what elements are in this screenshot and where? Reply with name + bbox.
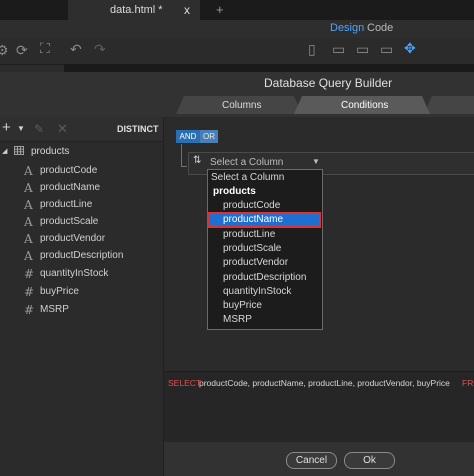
option-label: MSRP — [223, 314, 252, 325]
design-view-button[interactable]: Design — [330, 22, 364, 34]
text-type-icon: A — [24, 249, 33, 263]
number-type-icon: # — [24, 267, 35, 281]
dropdown-option-selected[interactable]: productName — [208, 213, 320, 227]
tab-conditions-label: Conditions — [341, 100, 389, 111]
option-label: productCode — [223, 200, 281, 211]
chevron-down-icon[interactable]: ▼ — [312, 157, 320, 166]
laptop-icon[interactable]: ▭ — [356, 41, 369, 58]
text-type-icon: A — [24, 164, 33, 178]
and-button[interactable]: AND — [176, 130, 200, 143]
column-label: productCode — [40, 165, 98, 176]
tab-columns-label: Columns — [222, 100, 262, 111]
or-button[interactable]: OR — [200, 130, 218, 143]
distinct-toggle[interactable]: DISTINCT — [117, 124, 159, 134]
dropdown-placeholder-option[interactable]: Select a Column — [208, 171, 320, 185]
tree-column-item[interactable]: # buyPrice — [0, 284, 160, 301]
dropdown-option[interactable]: quantityInStock — [208, 285, 320, 299]
sql-keyword: SELECT — [168, 378, 202, 388]
sql-text: productCode, productName, productLine, p… — [199, 378, 450, 388]
column-label: productLine — [40, 199, 93, 210]
responsive-move-icon[interactable]: ✥ — [404, 40, 416, 57]
tree-column-item[interactable]: # quantityInStock — [0, 266, 160, 283]
text-type-icon: A — [24, 232, 33, 246]
view-mode-bar — [0, 20, 474, 38]
number-type-icon: # — [24, 285, 35, 299]
option-label: productScale — [223, 243, 282, 254]
tree-column-item[interactable]: AproductScale — [0, 214, 160, 231]
tree-column-item[interactable]: # MSRP — [0, 302, 160, 319]
fullscreen-icon[interactable]: ⛶ — [40, 40, 50, 57]
number-type-icon: # — [24, 303, 35, 317]
dropdown-option[interactable]: productDescription — [208, 271, 320, 285]
column-label: productVendor — [40, 233, 106, 244]
close-tab-icon[interactable]: x — [184, 3, 190, 17]
chevron-down-icon[interactable]: ▼ — [17, 124, 25, 133]
redo-icon[interactable]: ↷ — [94, 41, 106, 58]
refresh-icon[interactable]: ⟳ — [16, 42, 28, 59]
dropdown-group-header: products — [208, 185, 320, 199]
cancel-button[interactable]: Cancel — [286, 452, 337, 469]
sql-keyword-from: FRO — [462, 378, 474, 388]
dropdown-option[interactable]: productScale — [208, 242, 320, 256]
dialog-title: Database Query Builder — [264, 76, 393, 90]
tablet-icon[interactable]: ▭ — [332, 41, 345, 58]
option-label: productLine — [223, 229, 276, 240]
text-type-icon: A — [24, 198, 33, 212]
desktop-icon[interactable]: ▭ — [380, 41, 393, 58]
undo-icon[interactable]: ↶ — [70, 41, 82, 58]
add-icon[interactable]: + — [2, 119, 11, 136]
text-type-icon: A — [24, 181, 33, 195]
option-label: productDescription — [223, 272, 307, 283]
close-icon[interactable]: ✕ — [57, 121, 68, 137]
dropdown-option[interactable]: productCode — [208, 199, 320, 213]
group-label: products — [213, 186, 256, 197]
text-type-icon: A — [24, 215, 33, 229]
tree-column-item[interactable]: AproductVendor — [0, 231, 160, 248]
editor-toolbar: ⚙ ⟳ ⛶ ↶ ↷ ▯ ▭ ▭ ▭ ✥ — [0, 38, 474, 65]
new-tab-icon[interactable]: + — [216, 2, 224, 17]
condition-connector — [181, 144, 182, 166]
column-label: productScale — [40, 216, 99, 227]
column-label: productDescription — [40, 250, 124, 261]
pencil-icon[interactable]: ✎ — [34, 122, 44, 136]
gear-icon[interactable]: ⚙ — [0, 42, 9, 59]
tree-column-item[interactable]: AproductCode — [0, 163, 160, 180]
tree-column-item[interactable]: AproductLine — [0, 197, 160, 214]
dropdown-option[interactable]: productLine — [208, 228, 320, 242]
column-label: productName — [40, 182, 101, 193]
column-label: buyPrice — [40, 286, 79, 297]
tree-column-item[interactable]: AproductDescription — [0, 248, 160, 265]
canvas-edge — [64, 64, 474, 72]
column-label: MSRP — [40, 304, 69, 315]
dropdown-option[interactable]: buyPrice — [208, 299, 320, 313]
phone-icon[interactable]: ▯ — [308, 41, 316, 58]
column-label: quantityInStock — [40, 268, 109, 279]
tree-table-products[interactable]: products — [31, 146, 69, 157]
sort-icon[interactable]: ⇅ — [193, 155, 201, 166]
table-icon — [14, 146, 24, 155]
tree-column-item[interactable]: AproductName — [0, 180, 160, 197]
option-label: Select a Column — [211, 172, 285, 183]
option-label: productName — [223, 214, 284, 225]
option-label: quantityInStock — [223, 286, 292, 297]
option-label: productVendor — [223, 257, 289, 268]
tab-overflow[interactable] — [424, 96, 474, 114]
dropdown-option[interactable]: MSRP — [208, 313, 320, 327]
ok-button[interactable]: Ok — [344, 452, 395, 469]
code-view-button[interactable]: Code — [367, 22, 393, 34]
condition-connector — [181, 166, 187, 167]
dropdown-option[interactable]: productVendor — [208, 256, 320, 270]
column-select[interactable]: Select a Column — [210, 157, 283, 168]
option-label: buyPrice — [223, 300, 262, 311]
expand-arrow-icon[interactable]: ◢ — [2, 147, 7, 155]
document-tab-label: data.html * — [110, 4, 163, 16]
